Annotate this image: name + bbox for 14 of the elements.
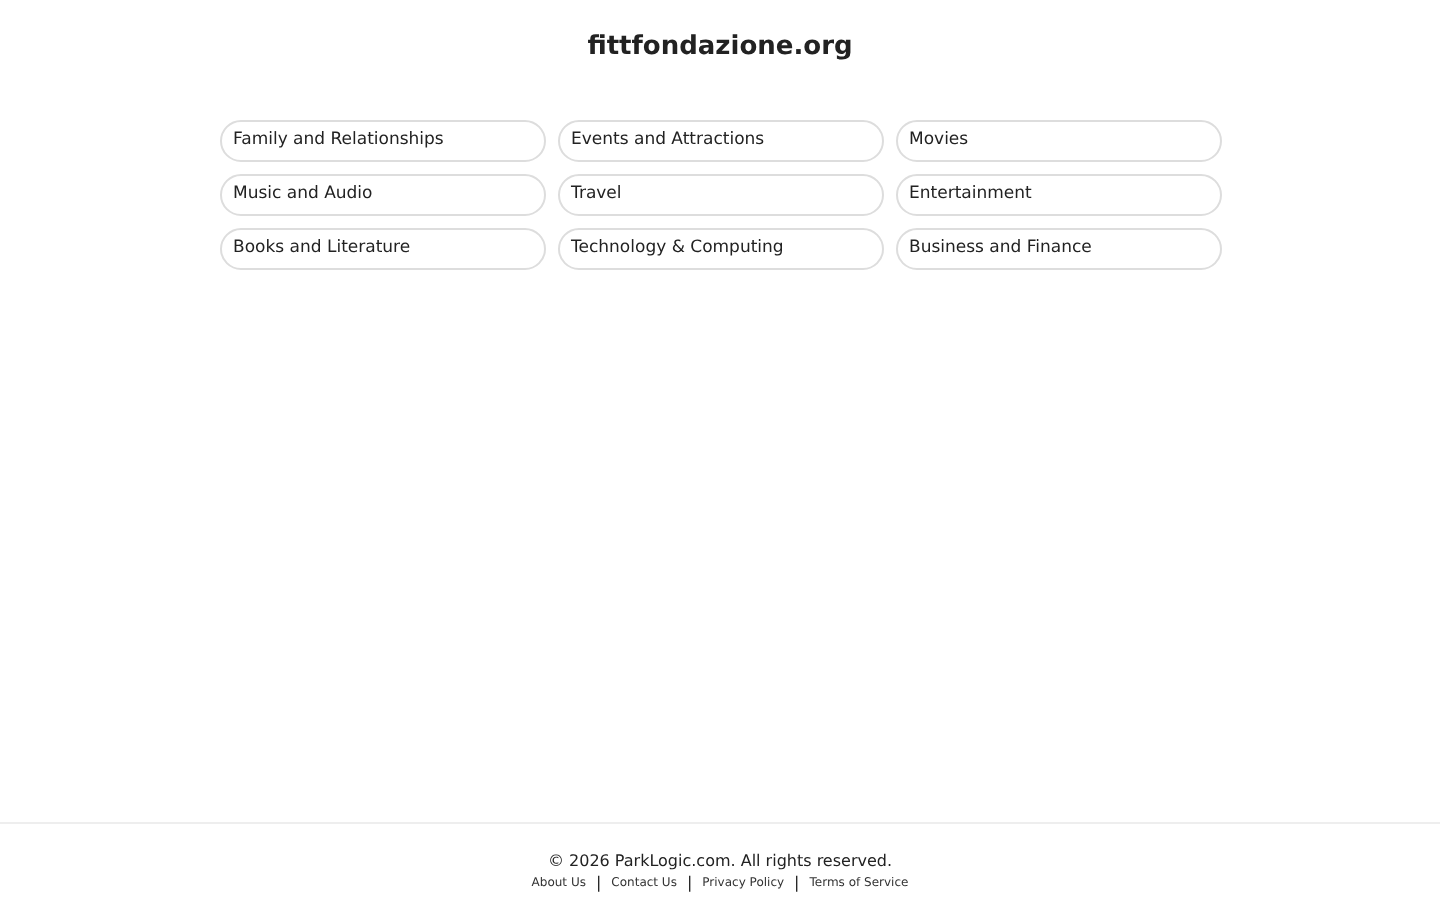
copyright-text: © 2026 ParkLogic.com. All rights reserved. <box>547 851 893 871</box>
category-link[interactable]: Movies <box>895 119 1221 161</box>
category-link[interactable]: Entertainment <box>895 173 1221 215</box>
site-title: fittfondazione.org <box>587 30 853 66</box>
category-link[interactable]: Technology & Computing <box>557 227 883 269</box>
separator: | <box>686 876 693 892</box>
separator: | <box>794 876 800 892</box>
category-link[interactable]: Business and Finance <box>895 227 1221 269</box>
category-link[interactable]: Music and Audio <box>219 173 545 215</box>
category-link[interactable]: Family and Relationships <box>219 119 545 161</box>
separator: | <box>595 876 602 892</box>
category-link[interactable]: Events and Attractions <box>557 119 883 161</box>
category-link[interactable]: Books and Literature <box>219 227 545 269</box>
category-link[interactable]: Travel <box>557 173 883 215</box>
